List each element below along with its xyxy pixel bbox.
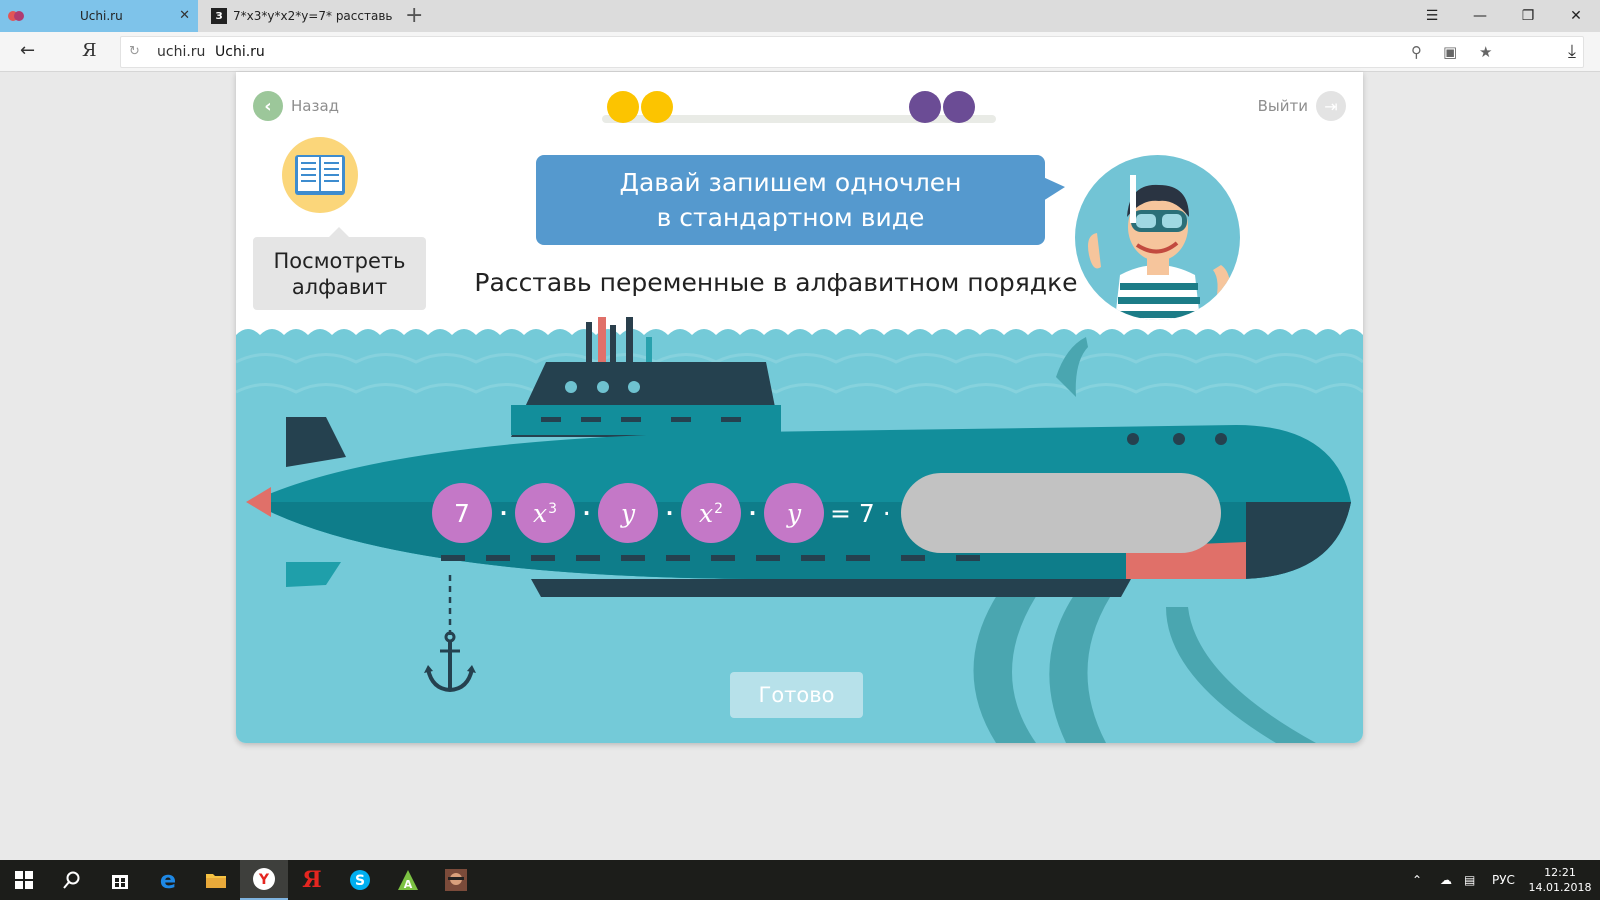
clock-time: 12:21 bbox=[1544, 866, 1576, 879]
back-button[interactable]: ‹ Назад bbox=[253, 91, 339, 121]
mult-dot: · bbox=[582, 501, 591, 525]
mult-dot: · bbox=[499, 501, 508, 525]
speech-line1: Давай запишем одночлен bbox=[619, 168, 962, 197]
browser-tab-strip: Uchi.ru ✕ З 7*x3*y*x2*y=7* расставь од +… bbox=[0, 0, 1600, 32]
tile-x2-base: x bbox=[698, 498, 714, 528]
tile-x-squared[interactable]: x2 bbox=[681, 483, 741, 543]
windows-taskbar: e Y Я S A ⌃ ☁ ▤ РУС 12:21 14.01.2018 bbox=[0, 860, 1600, 900]
close-window-icon[interactable]: ✕ bbox=[1552, 0, 1600, 32]
windows-start-icon[interactable] bbox=[0, 860, 48, 900]
lesson-card: ‹ Назад Выйти ⇥ Посмотреть алфавит Давай… bbox=[236, 72, 1363, 743]
alphabet-book-icon[interactable] bbox=[282, 137, 358, 213]
minimize-icon[interactable]: — bbox=[1456, 0, 1504, 32]
svg-text:Y: Y bbox=[258, 872, 270, 888]
tab-title: Uchi.ru bbox=[80, 9, 123, 23]
back-arrow-icon[interactable]: ← bbox=[20, 40, 35, 61]
store-icon[interactable] bbox=[96, 860, 144, 900]
chevron-left-icon: ‹ bbox=[253, 91, 283, 121]
new-tab-icon[interactable]: + bbox=[405, 3, 423, 28]
done-button[interactable]: Готово bbox=[730, 672, 863, 718]
android-app-icon[interactable]: A bbox=[384, 860, 432, 900]
system-clock[interactable]: 12:21 14.01.2018 bbox=[1525, 865, 1595, 895]
yandex-browser-icon[interactable]: Y bbox=[240, 860, 288, 900]
reload-icon[interactable]: ↻ bbox=[129, 44, 140, 59]
svg-text:S: S bbox=[355, 873, 365, 889]
download-icon[interactable]: ⤓ bbox=[1568, 41, 1576, 62]
exit-label: Выйти bbox=[1257, 97, 1308, 115]
progress-dot-3 bbox=[909, 91, 941, 123]
file-explorer-icon[interactable] bbox=[192, 860, 240, 900]
progress-dot-2 bbox=[641, 91, 673, 123]
skype-icon[interactable]: S bbox=[336, 860, 384, 900]
tile-y-first[interactable]: y bbox=[598, 483, 658, 543]
url-page-title: Uchi.ru bbox=[215, 44, 265, 60]
progress-dot-1 bbox=[607, 91, 639, 123]
tile-y-base: y bbox=[620, 498, 636, 528]
tile-7-value: 7 bbox=[454, 498, 470, 528]
mult-dot: · bbox=[748, 501, 757, 525]
tile-y-base: y bbox=[786, 498, 802, 528]
network-icon[interactable]: ☁ bbox=[1440, 860, 1452, 900]
tile-x2-exp: 2 bbox=[714, 501, 724, 517]
task-instruction: Расставь переменные в алфавитном порядке bbox=[474, 268, 1078, 297]
tab-uchi[interactable]: Uchi.ru ✕ bbox=[0, 0, 198, 32]
tile-x3-exp: 3 bbox=[548, 501, 558, 517]
back-label: Назад bbox=[291, 97, 340, 115]
restore-icon[interactable]: ❐ bbox=[1504, 0, 1552, 32]
tab-title: 7*x3*y*x2*y=7* расставь од bbox=[233, 9, 393, 23]
tile-x3-base: x bbox=[532, 498, 548, 528]
progress-bar bbox=[602, 89, 996, 129]
notifications-icon[interactable]: ▤ bbox=[1464, 860, 1475, 900]
speech-line2: в стандартном виде bbox=[656, 203, 925, 232]
znanija-favicon-icon: З bbox=[211, 8, 227, 24]
url-field[interactable]: ↻ uchi.ru Uchi.ru ⚲ ▣ ★ bbox=[120, 36, 1584, 68]
svg-text:A: A bbox=[404, 878, 413, 891]
tab-znanija[interactable]: З 7*x3*y*x2*y=7* расставь од bbox=[203, 0, 399, 32]
uchi-favicon-icon bbox=[8, 8, 24, 24]
bookmark-star-icon[interactable]: ★ bbox=[1479, 43, 1492, 61]
tile-y-second[interactable]: y bbox=[764, 483, 824, 543]
menu-icon[interactable]: ☰ bbox=[1408, 0, 1456, 32]
clock-date: 14.01.2018 bbox=[1528, 881, 1592, 894]
exit-button[interactable]: Выйти ⇥ bbox=[1258, 91, 1346, 121]
tile-coefficient-7[interactable]: 7 bbox=[432, 483, 492, 543]
address-bar: ← Я ↻ uchi.ru Uchi.ru ⚲ ▣ ★ ⤓ bbox=[0, 32, 1600, 72]
progress-dot-4 bbox=[943, 91, 975, 123]
yandex-app-icon[interactable]: Я bbox=[288, 860, 336, 900]
equation-row: 7 · x3 · y · x2 · y = 7 · bbox=[432, 473, 1221, 553]
close-tab-icon[interactable]: ✕ bbox=[179, 8, 190, 23]
reader-icon[interactable]: ▣ bbox=[1443, 43, 1457, 61]
answer-drop-slot[interactable] bbox=[900, 473, 1221, 553]
tile-x-cubed[interactable]: x3 bbox=[515, 483, 575, 543]
edge-browser-icon[interactable]: e bbox=[144, 860, 192, 900]
mult-dot: · bbox=[665, 501, 674, 525]
speech-bubble: Давай запишем одночлен в стандартном вид… bbox=[536, 155, 1065, 245]
search-icon[interactable] bbox=[48, 860, 96, 900]
exit-icon: ⇥ bbox=[1316, 91, 1346, 121]
url-domain: uchi.ru bbox=[157, 44, 206, 60]
search-icon[interactable]: ⚲ bbox=[1411, 43, 1422, 61]
yandex-logo-icon[interactable]: Я bbox=[82, 40, 97, 61]
tray-expand-icon[interactable]: ⌃ bbox=[1412, 860, 1422, 900]
equation-result-prefix: = 7 · bbox=[830, 498, 891, 528]
game-app-icon[interactable] bbox=[432, 860, 480, 900]
keyboard-language[interactable]: РУС bbox=[1492, 860, 1515, 900]
